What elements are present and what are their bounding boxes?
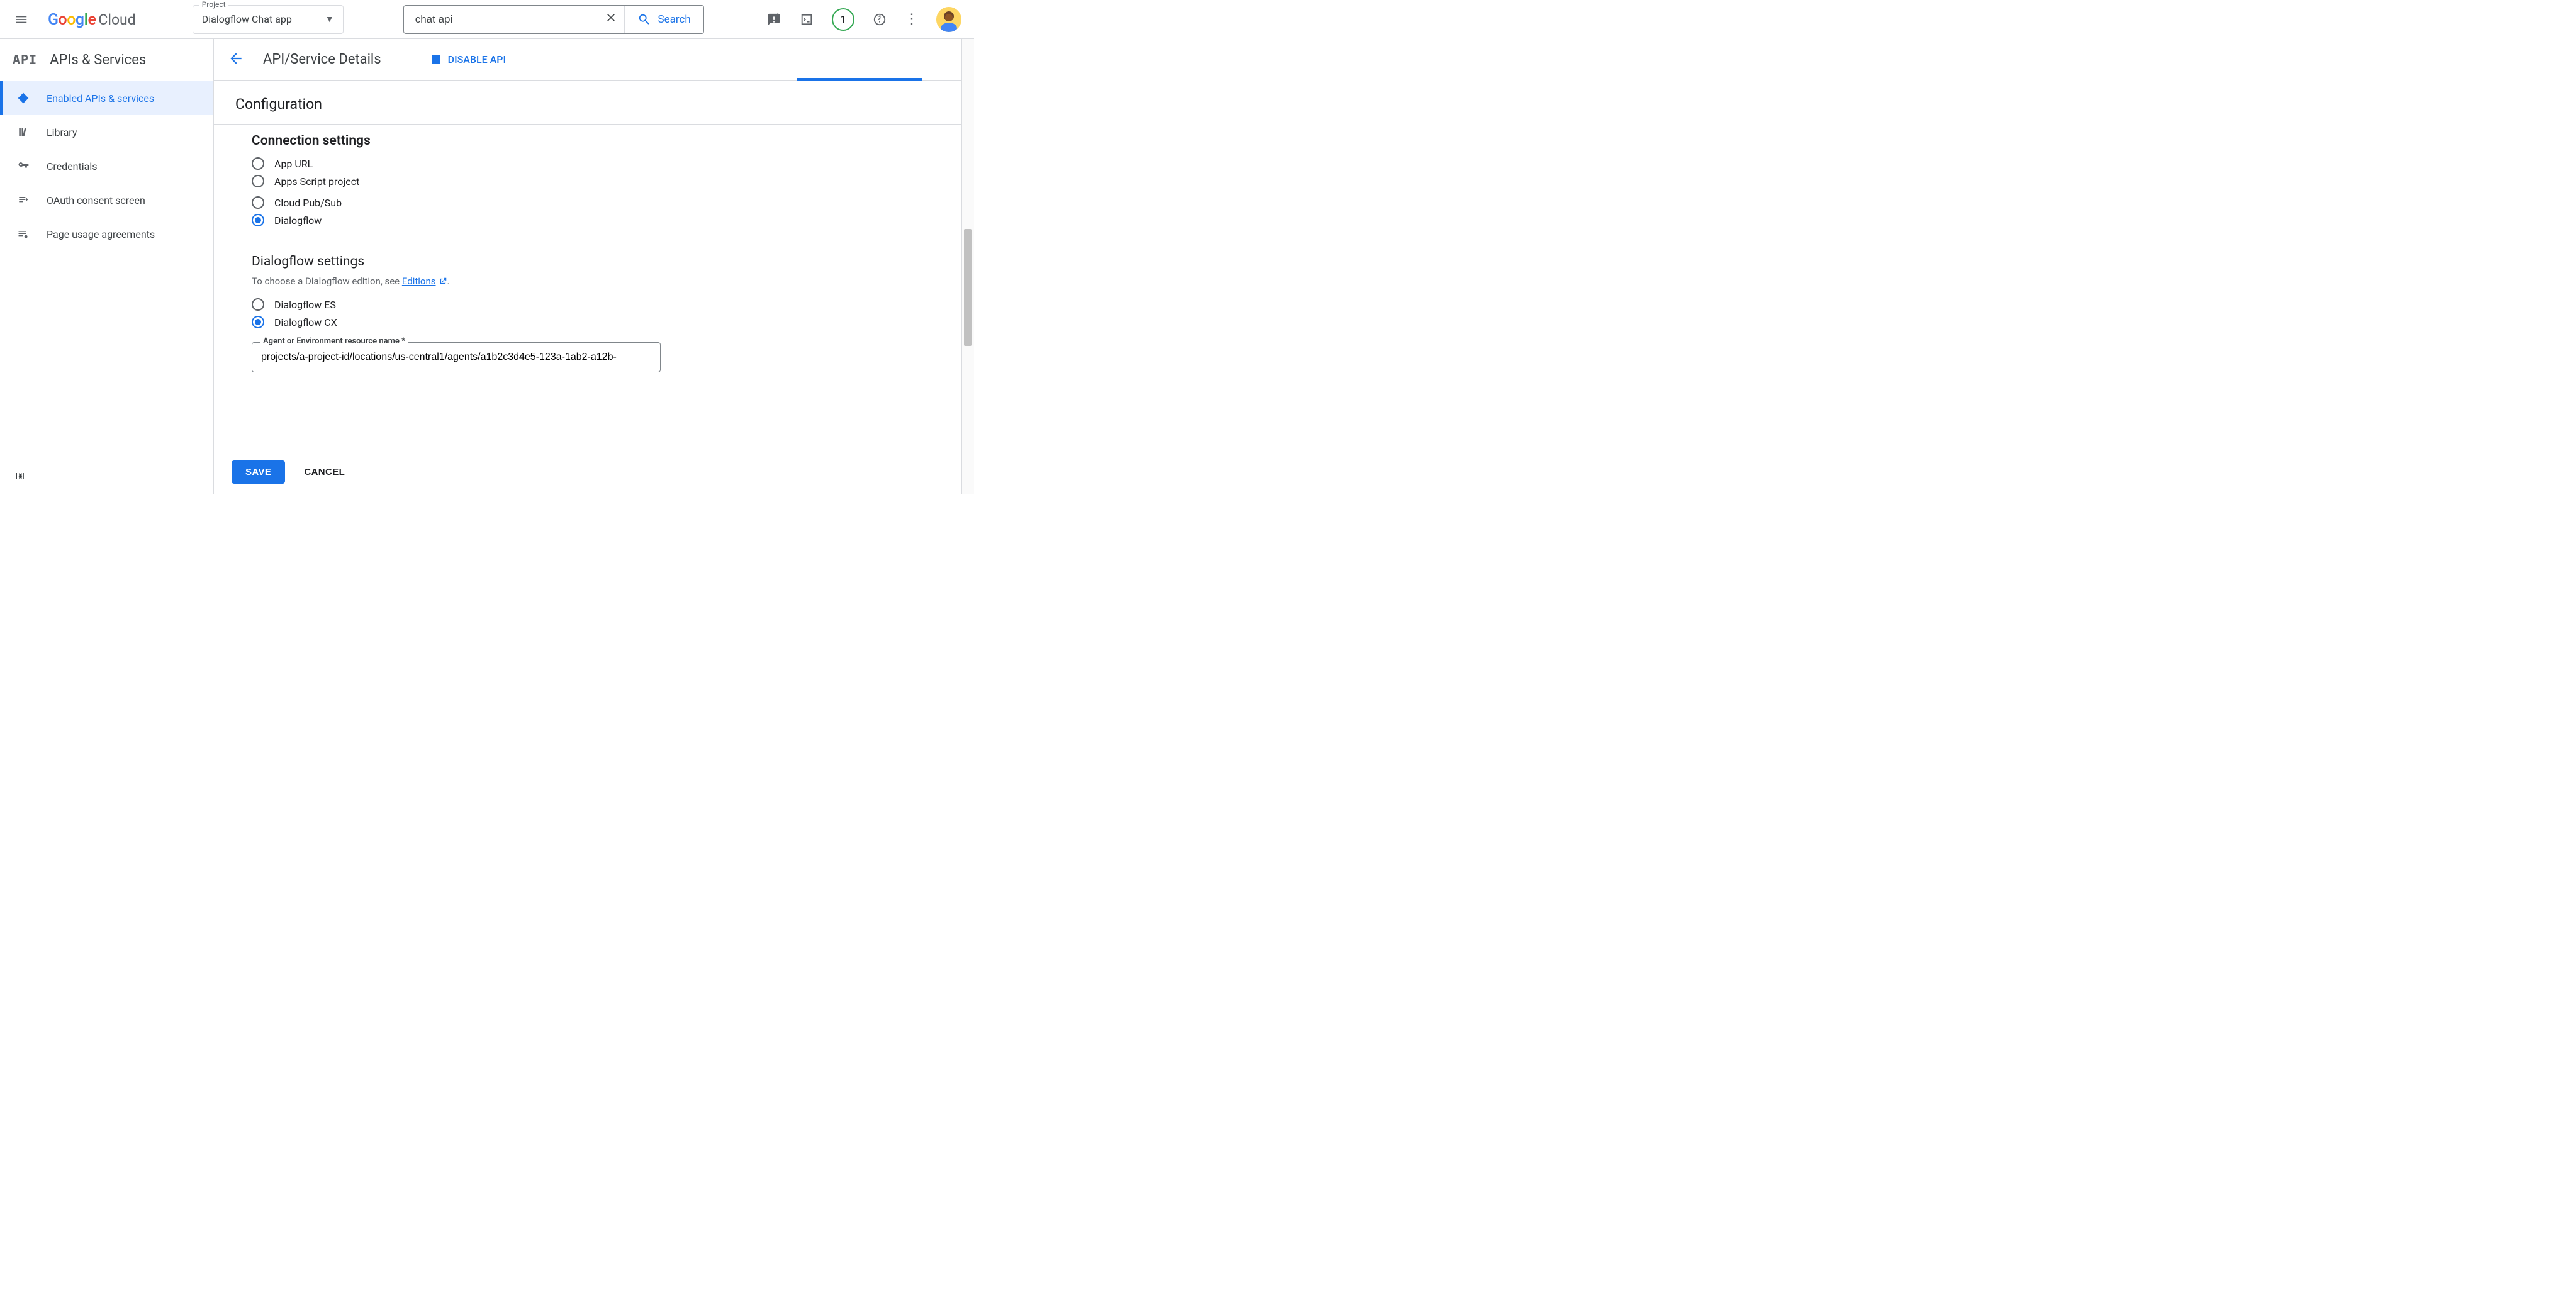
left-nav-title: APIs & Services [50,52,146,68]
close-icon [605,11,617,24]
nav-item-label: OAuth consent screen [47,194,145,206]
disable-api-label: DISABLE API [448,53,506,65]
menu-icon [14,13,28,26]
radio-dialogflow-es[interactable]: Dialogflow ES [252,298,974,311]
search-button-label: Search [658,13,690,26]
caret-down-icon: ▼ [325,14,334,25]
top-bar: Google Cloud Project Dialogflow Chat app… [0,0,974,39]
radio-label: Dialogflow CX [274,316,337,328]
radio-icon [252,157,264,170]
google-cloud-logo[interactable]: Google Cloud [48,11,136,28]
stop-icon [432,55,440,64]
radio-cloud-pubsub[interactable]: Cloud Pub/Sub [252,196,974,209]
left-nav-header: API APIs & Services [0,39,213,81]
radio-label: App URL [274,158,313,170]
hamburger-menu-button[interactable] [8,6,35,33]
helper-suffix: . [447,276,450,287]
consent-icon [16,194,30,206]
scrollbar-thumb[interactable] [964,229,972,346]
project-picker-value: Dialogflow Chat app [202,13,325,25]
nav-item-library[interactable]: Library [0,115,213,149]
radio-dialogflow[interactable]: Dialogflow [252,214,974,226]
left-nav: API APIs & Services Enabled APIs & servi… [0,39,214,494]
project-picker[interactable]: Project Dialogflow Chat app ▼ [193,5,344,34]
agent-resource-input[interactable] [252,352,660,363]
account-avatar[interactable] [936,7,961,32]
help-icon[interactable] [872,12,887,27]
radio-label: Dialogflow [274,214,322,226]
cloud-word: Cloud [98,11,135,28]
api-icon: API [13,52,37,67]
nav-item-label: Page usage agreements [47,228,155,240]
radio-label: Cloud Pub/Sub [274,197,342,209]
form-footer: SAVE CANCEL [214,450,960,494]
search-input[interactable] [404,13,598,26]
library-icon [16,126,30,138]
toolbar-icons: 1 ⋮ [766,7,961,32]
search-button[interactable]: Search [625,6,703,33]
nav-item-page-usage[interactable]: Page usage agreements [0,217,213,251]
heading-dialogflow-settings: Dialogflow settings [252,254,974,269]
agent-resource-label: Agent or Environment resource name * [260,337,408,346]
disable-api-button[interactable]: DISABLE API [432,53,506,65]
search-box: Search [403,5,704,34]
radio-label: Dialogflow ES [274,299,336,311]
project-picker-label: Project [199,0,228,9]
list-settings-icon [16,228,30,240]
radio-app-url[interactable]: App URL [252,157,974,170]
main-content: API/Service Details DISABLE API Configur… [214,39,974,494]
nav-item-label: Credentials [47,160,98,172]
page-title: API/Service Details [263,52,381,67]
avatar-icon [936,7,961,32]
nav-item-label: Library [47,126,77,138]
diamond-icon [16,92,30,104]
heading-connection-settings: Connection settings [252,133,974,148]
cloud-shell-icon[interactable] [799,12,814,27]
section-title-configuration: Configuration [235,81,974,124]
external-link-icon [439,276,447,287]
collapse-nav-button[interactable] [14,470,26,485]
content-scroll[interactable]: Configuration Connection settings App UR… [214,81,974,494]
page-scrollbar[interactable] [961,39,974,494]
dialogflow-helper-text: To choose a Dialogflow edition, see Edit… [252,276,974,287]
more-menu-icon[interactable]: ⋮ [905,11,919,27]
agent-resource-field[interactable]: Agent or Environment resource name * [252,342,661,372]
notifications-badge[interactable]: 1 [832,8,854,31]
nav-item-oauth-consent[interactable]: OAuth consent screen [0,183,213,217]
cancel-button[interactable]: CANCEL [304,467,345,477]
radio-dialogflow-cx[interactable]: Dialogflow CX [252,316,974,328]
radio-apps-script[interactable]: Apps Script project [252,175,974,187]
save-button[interactable]: SAVE [232,460,285,484]
radio-icon [252,175,264,187]
feedback-icon[interactable] [766,12,781,27]
nav-item-label: Enabled APIs & services [47,92,154,104]
key-icon [16,160,30,172]
clear-search-button[interactable] [598,11,624,27]
search-icon [637,13,651,26]
radio-icon [252,196,264,209]
nav-item-enabled-apis[interactable]: Enabled APIs & services [0,81,213,115]
radio-icon [252,298,264,311]
nav-item-credentials[interactable]: Credentials [0,149,213,183]
helper-prefix: To choose a Dialogflow edition, see [252,276,402,287]
chevron-left-icon [14,470,26,482]
radio-icon [252,214,264,226]
arrow-left-icon [228,50,244,67]
notifications-count: 1 [841,13,846,25]
back-button[interactable] [228,50,244,69]
main-header: API/Service Details DISABLE API [214,39,974,81]
editions-link[interactable]: Editions [402,276,436,287]
radio-icon [252,316,264,328]
radio-label: Apps Script project [274,175,359,187]
